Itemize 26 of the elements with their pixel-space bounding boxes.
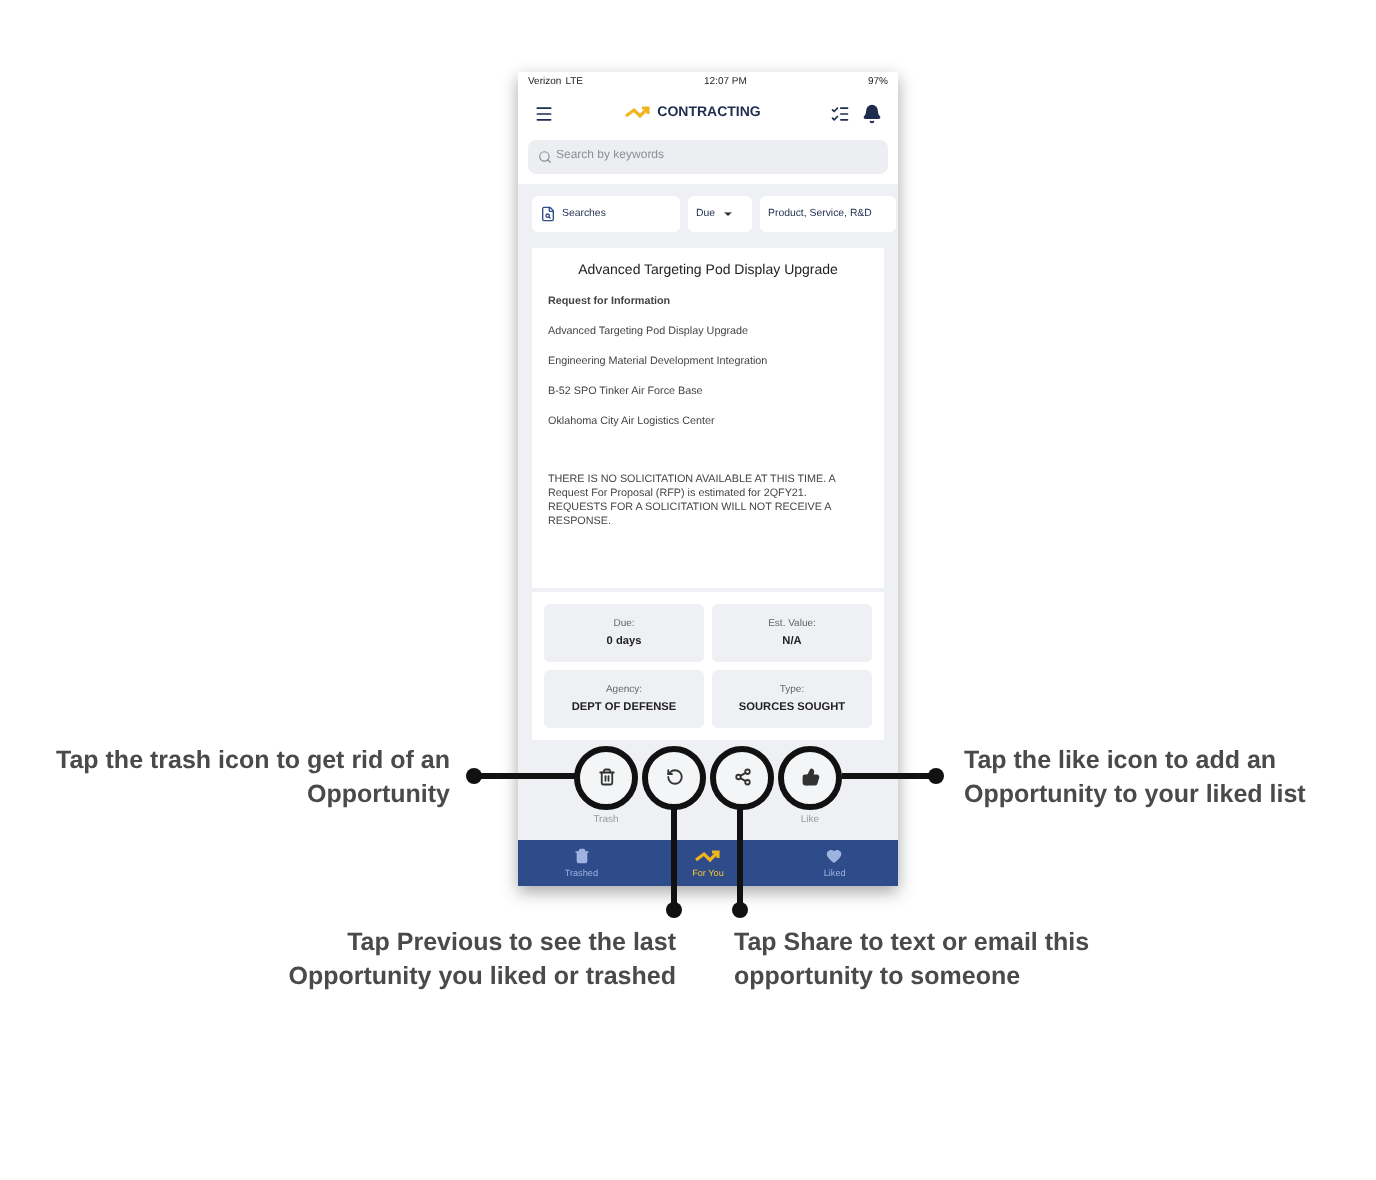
previous-button[interactable] — [642, 745, 706, 810]
leader-line — [842, 766, 944, 786]
bell-icon[interactable] — [862, 103, 882, 124]
trash-button[interactable] — [574, 745, 638, 810]
share-button[interactable] — [710, 745, 774, 810]
callout-text: Tap the trash icon to get rid of an Opportunity — [56, 744, 450, 812]
leader-line — [664, 806, 684, 918]
heart-icon — [826, 848, 843, 865]
leader-line — [730, 806, 750, 918]
logo-icon — [693, 849, 722, 864]
leader-line — [466, 766, 578, 786]
trash-icon — [573, 848, 590, 865]
caret-icon — [721, 207, 734, 220]
callout-text: Tap Share to text or email this opportunity to someone — [734, 926, 1090, 994]
like-button[interactable] — [778, 745, 842, 810]
logo-icon — [623, 106, 652, 121]
menu-icon[interactable] — [534, 103, 554, 124]
list-icon[interactable] — [830, 103, 850, 124]
callout-text: Tap the like icon to add an Opportunity to your liked list — [964, 744, 1306, 812]
document-search-icon — [540, 205, 556, 222]
undo-icon — [665, 768, 683, 787]
thumbs-up-icon — [801, 768, 819, 787]
search-icon — [538, 149, 552, 164]
callout-text: Tap Previous to see the last Opportunity you liked or trashed — [288, 926, 676, 994]
trash-icon — [597, 768, 615, 787]
share-icon — [733, 768, 751, 787]
